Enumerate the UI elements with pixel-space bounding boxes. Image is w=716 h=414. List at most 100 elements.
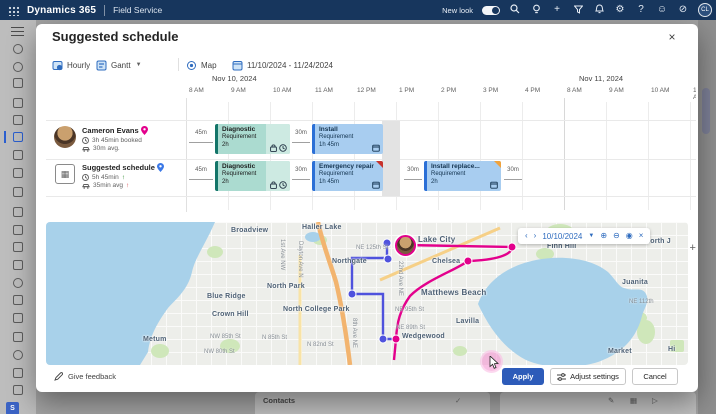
close-map-icon[interactable]: × [639,228,644,244]
hour-tick: 10 AM [651,87,669,94]
nav-routing-icon[interactable] [13,368,23,378]
nav-edit-icon[interactable] [13,295,23,305]
break-column [382,121,400,196]
app-launcher-icon[interactable] [8,5,19,16]
booking-install[interactable]: Install Requirement 1h 45m [312,124,383,154]
map-label: Haller Lake [302,224,342,231]
booking-diagnostic-suggested[interactable]: Diagnostic Requirement 2h [215,161,290,191]
adjust-settings-button[interactable]: Adjust settings [550,368,626,385]
nav-mail-icon[interactable] [13,260,23,270]
row-separator [46,120,696,121]
nav-actions: New look + ⚙ ? ☺ ⊘ CL [442,0,712,20]
nav-home-icon[interactable] [13,44,23,54]
map-date[interactable]: 10/10/2024 [542,232,582,241]
background-scrollbar-thumb[interactable] [702,88,710,134]
nav-technician-icon[interactable] [13,350,23,360]
travel-time: 30m [504,167,522,180]
app-badge[interactable]: S [6,402,19,414]
nav-settings-icon[interactable] [13,332,23,342]
date-chevron-icon[interactable]: ▼ [588,228,594,244]
nav-recent-icon[interactable] [13,62,23,72]
background-edit-icon: ✎ [608,396,614,405]
smiley-feedback-icon[interactable]: ☺ [656,0,668,20]
dialog-close-icon[interactable]: × [662,27,682,47]
cancel-button[interactable]: Cancel [632,368,678,385]
sliders-icon [557,373,566,381]
chevron-down-icon: ▼ [136,62,142,68]
map-technician-avatar[interactable] [395,235,416,256]
nav-schedule-board-icon[interactable] [13,132,23,142]
hourly-button[interactable]: Hourly [52,57,90,73]
nav-divider [104,5,105,16]
calendar-icon [372,144,380,152]
car-icon [82,146,90,152]
nav-assets-icon[interactable] [13,225,23,235]
user-avatar[interactable]: CL [698,3,712,17]
booking-install-replace[interactable]: Install replace... Requirement 2h [424,161,501,191]
lock-icon [270,181,277,189]
app-name[interactable]: Field Service [113,5,162,15]
resource-row-2[interactable]: Suggested schedule 5h 45min↑ 35min avg↑ [82,163,164,189]
nav-pinned-icon[interactable] [13,78,23,88]
bell-icon[interactable] [593,0,605,20]
blue-pin-icon [157,163,164,172]
map-label: Northgate [332,258,367,265]
gear-icon[interactable]: ⚙ [614,0,626,20]
globe-icon[interactable]: ⊘ [677,0,689,20]
map-label: Lake City [418,235,455,244]
nav-briefcase-icon[interactable] [13,385,23,395]
next-day-icon[interactable]: › [534,228,537,244]
search-icon[interactable] [509,0,521,20]
filter-icon[interactable] [572,0,584,20]
contacts-label: Contacts [263,396,295,405]
visibility-icon[interactable]: ◉ [626,228,633,244]
zoom-out-map-icon[interactable]: ⊖ [613,228,620,244]
map-label: Matthews Beach [421,288,486,297]
new-look-toggle[interactable] [482,6,500,15]
hour-tick: 8 AM [189,87,204,94]
trend-up-bad: ↑ [126,182,129,189]
day-header-1: Nov 10, 2024 [212,74,257,83]
nav-person-icon[interactable] [13,278,23,288]
street-label: 22nd Ave NE [397,261,403,296]
nav-calendar-icon[interactable] [13,150,23,160]
resource-row-1[interactable]: Cameron Evans 3h 45min booked 30m avg. [82,126,148,152]
nav-contacts-icon[interactable] [13,187,23,197]
pink-pin-icon [141,126,148,135]
map-label: North College Park [283,306,350,313]
map-label: Finn Hill [547,243,576,250]
booking-emergency-repair[interactable]: Emergency repair Requirement 1h 45m [312,161,383,191]
booking-diagnostic[interactable]: Diagnostic Requirement 2h [215,124,290,154]
give-feedback-link[interactable]: Give feedback [54,372,116,381]
calendar-icon [490,181,498,189]
nav-invoices-icon[interactable] [13,207,23,217]
gantt-view-dropdown[interactable]: Gantt ▼ [96,57,142,73]
zoom-in-map-icon[interactable]: ⊕ [600,228,607,244]
plus-icon[interactable]: + [551,0,563,20]
screen: Dynamics 365 Field Service New look + ⚙ … [0,0,716,414]
hour-tick: 12 PM [357,87,376,94]
date-range-picker[interactable]: 11/10/2024 - 11/24/2024 [232,57,333,73]
toolbar-divider [178,58,179,71]
nav-resources-icon[interactable] [13,115,23,125]
travel-time: 30m [404,167,422,180]
calendar-icon [372,181,380,189]
lightbulb-icon[interactable] [530,0,542,20]
route-map[interactable]: Broadview Haller Lake Lake City Finn Hil… [46,222,688,365]
hamburger-icon[interactable] [11,27,24,36]
nav-getstarted-icon[interactable] [13,98,23,108]
nav-org-icon[interactable] [13,168,23,178]
nav-file-icon[interactable] [13,313,23,323]
prev-day-icon[interactable]: ‹ [525,228,528,244]
map-label: Broadview [231,227,268,234]
street-label: NW 80th St [204,349,235,355]
travel-time: 45m [189,130,213,143]
top-nav-bar: Dynamics 365 Field Service New look + ⚙ … [0,0,716,20]
help-icon[interactable]: ? [635,0,647,20]
map-button[interactable]: Map [186,57,217,73]
zoom-in-button[interactable]: + [689,242,695,254]
nav-bookings-icon[interactable] [13,242,23,252]
row-separator [46,196,696,197]
apply-button[interactable]: Apply [502,368,544,385]
resource-avatar[interactable] [54,126,76,148]
